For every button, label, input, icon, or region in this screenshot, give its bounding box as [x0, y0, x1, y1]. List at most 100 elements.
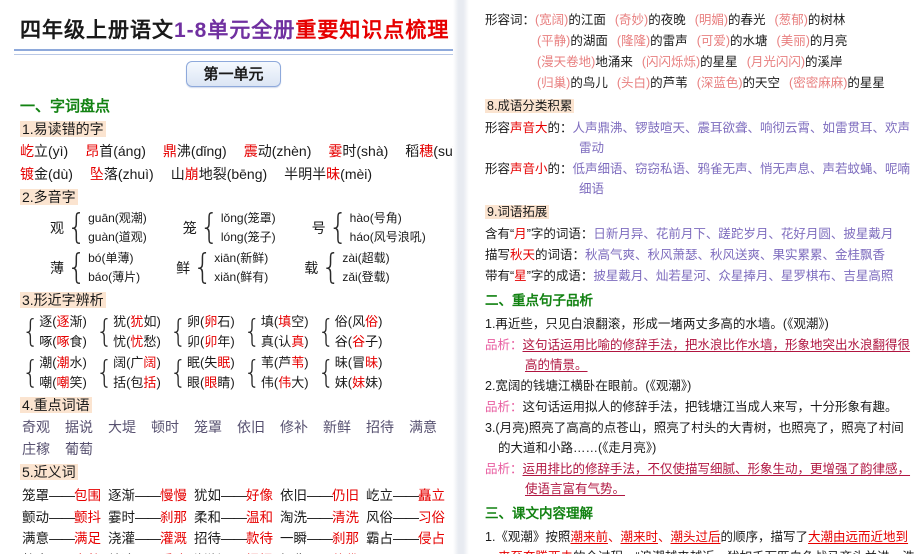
doc-title-purple: 1-8单元全册	[174, 19, 296, 42]
adjective-noun: 的星星	[700, 55, 738, 69]
idiom-line-quiet: 形容声音小的：低声细语、窃窃私语、鸦雀无声、悄无声息、声若蚊蝇、呢喃细语	[485, 162, 911, 196]
text-segment: 真(认	[260, 333, 292, 349]
duoyinzi-row: 观{guān(观潮) guàn(道观) 笼{lǒng(笼罩) lóng(笼子) 号{hà…	[50, 209, 447, 247]
text-segment: 如)	[143, 314, 161, 329]
adjective-noun: 的鸟儿	[570, 76, 608, 90]
word-item: 镀金(dù)	[20, 164, 73, 184]
text-segment: 眼	[204, 374, 218, 390]
text-segment: 眠(失	[186, 355, 218, 370]
xingjinzi-group: {犹(犹如) 忧(忧愁)	[96, 312, 161, 351]
duoyinzi-char: 薄	[50, 260, 64, 276]
pair-first: 颤动	[22, 509, 49, 525]
word-item: 半明半昧(mèi)	[284, 164, 372, 184]
text-segment: 谷	[352, 333, 366, 349]
subsection-yiducuo: 1.易读错的字	[20, 121, 106, 137]
text-segment: 填	[278, 314, 292, 329]
xingjinzi-lines: 卵(卵石) 卯(卯年)	[187, 312, 235, 351]
pair-second: 刹那	[160, 509, 187, 525]
analysis-label: 品析：	[485, 338, 523, 352]
pair-second: 慢慢	[160, 488, 187, 503]
adjective-word: (漫天卷地)	[537, 55, 596, 69]
adjective-item: (月光闪闪)的溪岸	[747, 55, 843, 69]
pair-dash: ——	[307, 531, 333, 546]
text-segment: 啄(	[39, 333, 57, 349]
word-item: 坠落(zhuì)	[90, 164, 154, 184]
pair-first: 浇灌	[108, 531, 135, 546]
xingjinzi-line: 阔(广阔)	[113, 353, 161, 373]
text-segment: 昧	[326, 166, 341, 182]
text-segment: 伟	[278, 374, 292, 390]
word-pair: 柔和——温和	[194, 506, 273, 526]
xingjinzi-group: {苇(芦苇) 伟(伟大)	[244, 353, 309, 392]
text-segment: 动(zhèn)	[257, 143, 312, 159]
analysis-label: 品析：	[485, 400, 523, 414]
sentence-2: 2.宽阔的钱塘江横卧在眼前。(《观潮》)	[485, 379, 692, 393]
sentence-3: 3.(月亮)照亮了高高的点苍山，照亮了村头的大青树，也照亮了，照亮了村间的大道和…	[485, 421, 904, 455]
text-segment: 崩	[184, 166, 199, 182]
duoyinzi-group: 载{zài(超载) zǎi(登载)	[304, 249, 389, 287]
word-item: 屹立(yì)	[20, 141, 68, 161]
text-segment: )	[230, 355, 235, 370]
section-heading-words: 一、字词盘点	[20, 98, 111, 115]
xingjinzi-group: {逐(逐渐) 啄(啄食)	[22, 312, 87, 351]
doc-title-black: 四年级上册语文	[20, 19, 174, 42]
text-segment: 霎	[328, 143, 343, 159]
text-segment: 嘲(	[39, 374, 57, 390]
xingjinzi-line: 嘲(嘲笑)	[39, 373, 87, 393]
text-segment: 运用排比的修辞手法，不仅使描写细腻、形象生动，更增强了韵律感，使语言富有气势。	[522, 462, 911, 496]
text-segment: )	[378, 314, 383, 329]
text-segment: 的顺序，描写了	[720, 530, 809, 544]
duoyinzi-group: 号{hào(号角) háo(风号浪吼)	[312, 209, 426, 247]
keyword-line: 庄稼 葡萄	[22, 439, 447, 459]
word-pair: 屹立——矗立	[366, 484, 445, 504]
text-segment: 真	[291, 333, 305, 349]
word-pair: 依旧——仍旧	[280, 484, 359, 504]
xingjinzi-lines: 俗(风俗) 谷(谷子)	[335, 312, 383, 351]
word-pair: 静寂——安静	[22, 549, 101, 554]
text-segment: 苇(芦	[260, 355, 292, 370]
text-segment: 愁)	[143, 333, 161, 349]
adjective-noun: 的芦苇	[650, 76, 688, 90]
subsection-xingjinzi: 3.形近字辨析	[20, 292, 106, 308]
text-segment: 括	[143, 374, 157, 390]
reading: xiān(新鲜)	[214, 251, 269, 265]
subsection-duoyinzi: 2.多音字	[20, 189, 78, 205]
subsection-tuozhan: 9.词语拓展	[485, 205, 550, 219]
word-item: 稻穗(suì)	[405, 141, 453, 161]
brace-glyph: {	[22, 354, 40, 391]
text-segment: 星	[514, 269, 527, 283]
brace-glyph: {	[95, 354, 114, 391]
analysis-2: 品析：这句话运用拟人的修辞手法，把钱塘江当成人来写，十分形象有趣。	[485, 397, 915, 417]
text-segment: 忧(	[113, 333, 131, 349]
text-segment: 昧	[365, 355, 379, 370]
yiducuo-row: 镀金(dù) 坠落(zhuì) 山崩地裂(bēng) 半明半昧(mèi)	[20, 164, 447, 184]
text-segment: 、	[607, 530, 621, 544]
text-segment: 落(zhuì)	[103, 166, 154, 182]
adjective-word: (葱郁)	[774, 13, 808, 27]
text-segment: ”字的成语：	[526, 269, 594, 283]
text-segment: 眠	[217, 355, 231, 370]
reading: lóng(笼子)	[220, 230, 276, 244]
word-pair: 风俗——习俗	[366, 506, 445, 526]
text-segment: 犹	[130, 314, 144, 329]
duoyinzi-char: 号	[311, 220, 326, 236]
adjective-word: (隆隆)	[616, 34, 651, 48]
page-left: 四年级上册语文1-8单元全册重要知识点梳理 第一单元 一、字词盘点 1.易读错的…	[0, 0, 453, 554]
adjective-line: (漫天卷地)地涌来 (闪闪烁烁)的星星 (月光闪闪)的溪岸	[537, 52, 915, 72]
duoyinzi-row: 薄{bó(单薄) báo(薄片) 鲜{xiān(新鲜) xiǎn(鲜有) 载{zài(超…	[50, 249, 447, 287]
pair-first: 满意	[22, 531, 49, 546]
extension-line-star: 带有“星”字的成语：披星戴月、灿若星河、众星捧月、星罗棋布、吉星高照	[485, 269, 894, 283]
adjective-label: 形容词：	[485, 13, 536, 27]
title-underline	[14, 49, 453, 55]
adjective-item: (头白)的芦苇	[617, 76, 688, 90]
pair-second: 满足	[74, 531, 101, 546]
text-segment: 逐	[56, 314, 70, 329]
duoyinzi-group: 薄{bó(单薄) báo(薄片)	[50, 249, 140, 287]
xingjinzi-line: 真(认真)	[261, 332, 309, 352]
subsection-chengyu: 8.成语分类积累	[485, 99, 575, 113]
adjective-word: (月光闪闪)	[746, 55, 806, 69]
word-item: 大堤	[108, 419, 136, 435]
reading: hào(号角)	[349, 211, 402, 225]
adjective-word: (宽阔)	[535, 13, 569, 27]
page-right: 形容词：(宽阔)的江面 (奇妙)的夜晚 (明媚)的春光 (葱郁)的树林 (平静)的湖面…	[469, 0, 921, 554]
